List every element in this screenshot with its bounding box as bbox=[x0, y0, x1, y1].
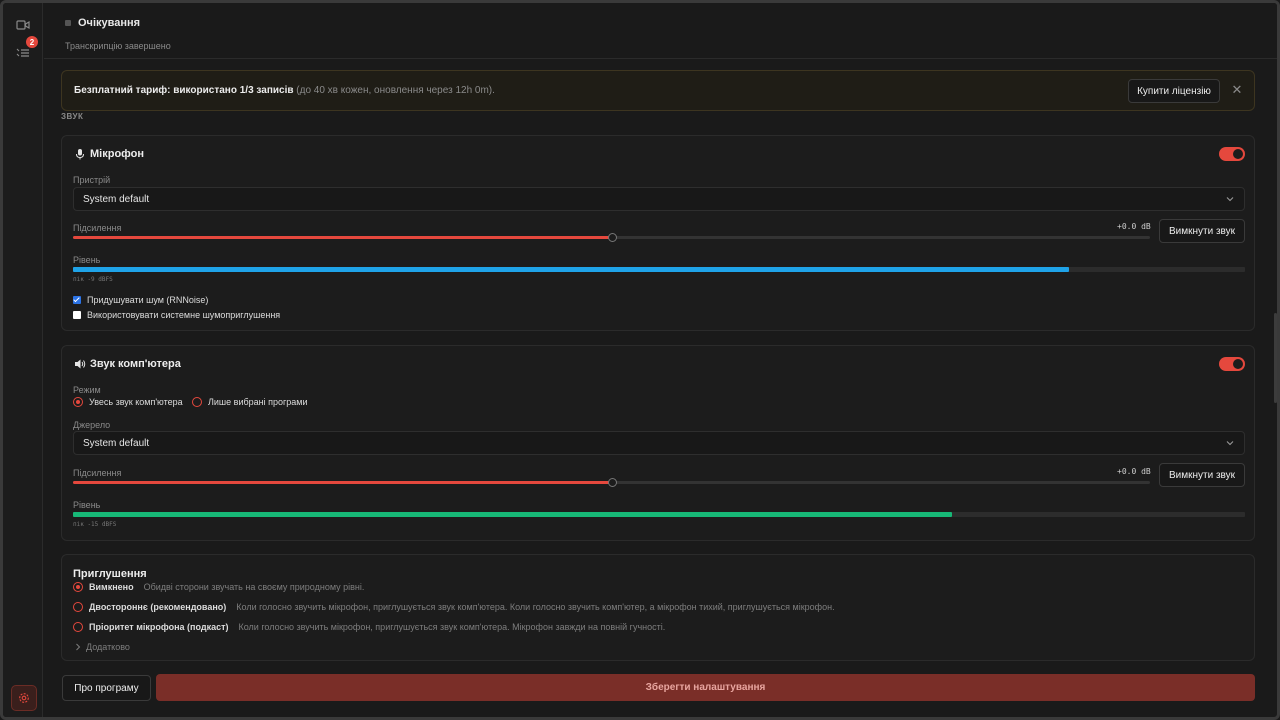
mode-label: Режим bbox=[73, 385, 101, 395]
system-noise-label: Використовувати системне шумоприглушення bbox=[87, 310, 281, 320]
banner-text: Безплатний тариф: використано 1/3 записі… bbox=[74, 85, 495, 96]
microphone-toggle[interactable] bbox=[1219, 147, 1245, 161]
device-label: Пристрій bbox=[73, 175, 111, 185]
nav-rail: 2 bbox=[3, 3, 43, 717]
system-audio-mute-button[interactable]: Вимкнути звук bbox=[1159, 463, 1245, 487]
system-noise-option[interactable]: Використовувати системне шумоприглушення bbox=[73, 310, 280, 320]
gain-label: Підсилення bbox=[73, 223, 122, 233]
chevron-down-icon bbox=[1226, 197, 1234, 202]
gain-slider-fill bbox=[73, 236, 612, 239]
radio-button[interactable] bbox=[192, 397, 202, 407]
system-audio-toggle[interactable] bbox=[1219, 357, 1245, 371]
notification-badge: 2 bbox=[26, 36, 38, 48]
level-meter-fill bbox=[73, 512, 952, 517]
ducking-option-description: Коли голосно звучить мікрофон, приглушує… bbox=[236, 602, 835, 612]
noise-suppression-label: Придушувати шум (RNNoise) bbox=[87, 295, 209, 305]
system-audio-title: Звук комп'ютера bbox=[90, 358, 181, 370]
gain-value: +0.0 dB bbox=[1117, 222, 1151, 231]
status-subtitle: Транскрипцію завершено bbox=[65, 41, 171, 51]
gain-value: +0.0 dB bbox=[1117, 467, 1151, 476]
banner-text-detail: (до 40 хв кожен, оновлення через 12h 0m)… bbox=[293, 85, 495, 96]
radio-button[interactable] bbox=[73, 622, 83, 632]
select-value: System default bbox=[83, 438, 150, 449]
peak-readout: пік -9 dBFS bbox=[73, 276, 113, 283]
ducking-option-label: Вимкнено bbox=[89, 582, 134, 592]
status-header: Очікування Транскрипцію завершено bbox=[44, 3, 1277, 59]
ducking-card: Приглушення Вимкнено Обидві сторони звуч… bbox=[61, 554, 1255, 661]
gain-slider-handle[interactable] bbox=[607, 233, 617, 242]
status-title: Очікування bbox=[78, 17, 141, 29]
buy-license-button[interactable]: Купити ліцензію bbox=[1128, 79, 1220, 103]
status-indicator bbox=[65, 20, 71, 26]
mode-option-label: Увесь звук комп'ютера bbox=[89, 397, 183, 407]
radio-button[interactable] bbox=[73, 397, 83, 407]
ducking-option-description: Коли голосно звучить мікрофон, приглушує… bbox=[238, 622, 666, 632]
system-audio-level-meter bbox=[73, 512, 1245, 517]
section-label-audio: ЗВУК bbox=[61, 112, 84, 121]
microphone-title: Мікрофон bbox=[90, 148, 145, 160]
banner-text-main: Безплатний тариф: використано 1/3 записі… bbox=[74, 85, 294, 96]
ducking-option-description: Обидві сторони звучать на своєму природн… bbox=[143, 582, 365, 592]
mode-option-selected-apps[interactable]: Лише вибрані програми bbox=[192, 397, 308, 407]
advanced-toggle[interactable]: Додатково bbox=[75, 642, 130, 652]
gain-slider-fill bbox=[73, 481, 612, 484]
gain-label: Підсилення bbox=[73, 468, 122, 478]
microphone-level-meter bbox=[73, 267, 1245, 272]
ducking-option-label: Пріоритет мікрофона (подкаст) bbox=[89, 622, 229, 632]
radio-button[interactable] bbox=[73, 602, 83, 612]
system-audio-gain-slider[interactable] bbox=[73, 478, 1150, 487]
chevron-right-icon bbox=[76, 643, 81, 651]
peak-readout: пік -15 dBFS bbox=[73, 521, 117, 528]
noise-suppression-checkbox[interactable] bbox=[73, 296, 81, 304]
ducking-title: Приглушення bbox=[73, 568, 147, 580]
gear-icon bbox=[19, 693, 29, 703]
speaker-icon bbox=[75, 359, 86, 369]
ducking-option-off[interactable]: Вимкнено Обидві сторони звучать на своєм… bbox=[73, 582, 364, 592]
advanced-label: Додатково bbox=[86, 642, 130, 652]
ducking-option-label: Двостороннє (рекомендовано) bbox=[89, 602, 227, 612]
level-label: Рівень bbox=[73, 500, 101, 510]
about-button[interactable]: Про програму bbox=[62, 675, 151, 701]
level-meter-fill bbox=[73, 267, 1070, 272]
system-noise-checkbox[interactable] bbox=[73, 311, 81, 319]
microphone-card: Мікрофон Пристрій System default Підсиле… bbox=[61, 135, 1255, 331]
system-audio-source-select[interactable]: System default bbox=[73, 431, 1245, 455]
license-banner: Безплатний тариф: використано 1/3 записі… bbox=[61, 70, 1255, 111]
settings-button[interactable] bbox=[11, 685, 37, 711]
gain-slider-handle[interactable] bbox=[607, 478, 617, 487]
noise-suppression-option[interactable]: Придушувати шум (RNNoise) bbox=[73, 295, 208, 305]
save-settings-button[interactable]: Зберегти налаштування bbox=[156, 674, 1255, 701]
scrollbar-thumb[interactable] bbox=[1274, 313, 1277, 403]
system-audio-card: Звук комп'ютера Режим Увесь звук комп'ют… bbox=[61, 345, 1255, 541]
select-value: System default bbox=[83, 194, 150, 205]
level-label: Рівень bbox=[73, 255, 101, 265]
ducking-option-mic-priority[interactable]: Пріоритет мікрофона (подкаст) Коли голос… bbox=[73, 622, 665, 632]
record-video-icon[interactable] bbox=[11, 13, 35, 37]
close-icon[interactable]: ✕ bbox=[1230, 83, 1244, 97]
source-label: Джерело bbox=[73, 420, 111, 430]
chevron-down-icon bbox=[1226, 441, 1234, 446]
microphone-icon bbox=[76, 149, 84, 160]
microphone-mute-button[interactable]: Вимкнути звук bbox=[1159, 219, 1245, 243]
ducking-option-two-way[interactable]: Двостороннє (рекомендовано) Коли голосно… bbox=[73, 602, 835, 612]
mode-option-label: Лише вибрані програми bbox=[208, 397, 308, 407]
radio-button[interactable] bbox=[73, 582, 83, 592]
microphone-gain-slider[interactable] bbox=[73, 233, 1150, 242]
microphone-device-select[interactable]: System default bbox=[73, 187, 1245, 211]
mode-option-all[interactable]: Увесь звук комп'ютера bbox=[73, 397, 183, 407]
